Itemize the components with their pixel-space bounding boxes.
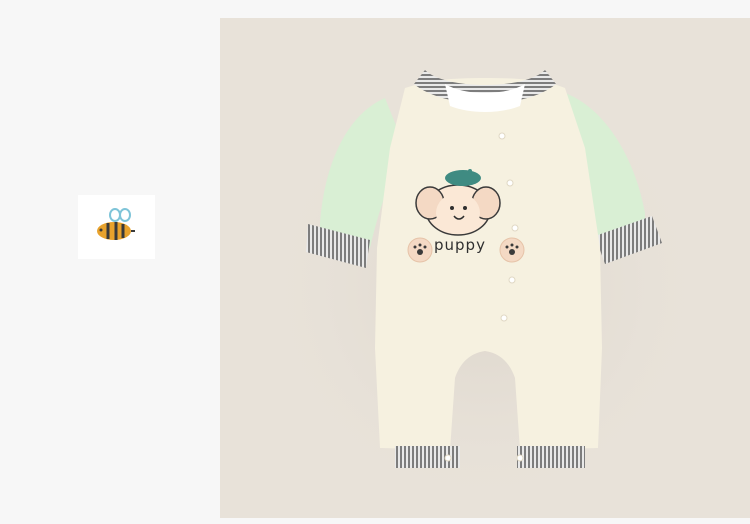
beret <box>445 170 481 186</box>
paw-patch-right <box>499 237 525 263</box>
product-photo: puppy <box>220 18 750 518</box>
bee-icon <box>97 208 135 240</box>
paw-patch-left <box>407 237 433 263</box>
puppy-print-text: puppy <box>434 236 486 254</box>
baby-romper-illustration: puppy <box>255 58 715 518</box>
thumbnail[interactable] <box>78 195 155 259</box>
right-leg-cuff <box>517 446 585 468</box>
